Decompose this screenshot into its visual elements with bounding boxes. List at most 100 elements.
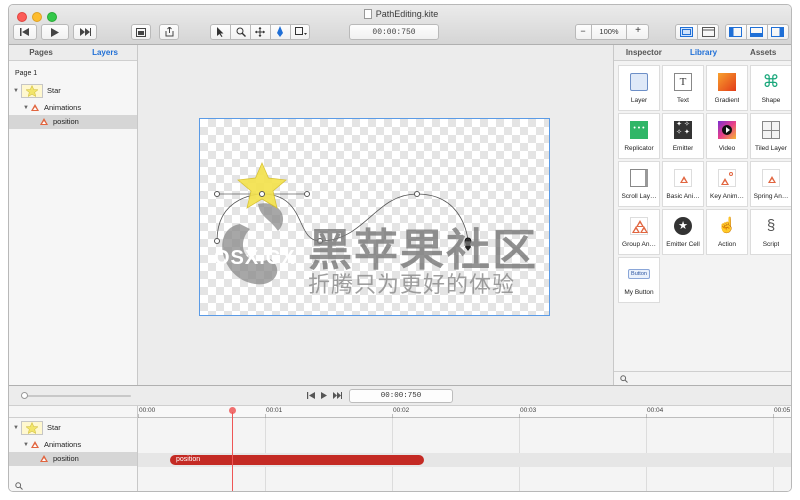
control-point[interactable] [214,191,220,197]
fast-forward-button[interactable] [73,24,97,40]
library-item-replicator[interactable]: • • • Replicator [618,113,660,159]
ruler-tick-label: 00:02 [393,407,410,414]
zoom-level: 100% [599,27,619,36]
ruler-ticks [138,414,774,418]
library-panel: Inspector Library Assets Layer T Text Gr… [613,45,791,385]
fast-forward-icon[interactable] [333,392,342,399]
library-item-action[interactable]: ☝ Action [706,209,748,255]
library-item-label: My Button [624,289,654,296]
toolbar: PathEditing.kite 00:00:750 − 100% + [9,5,791,45]
library-item-basic-animation[interactable]: Basic Ani… [662,161,704,207]
library-item-script[interactable]: § Script [750,209,791,255]
timeline-row-star[interactable]: ▼ Star [9,418,137,438]
library-item-shape[interactable]: ⌘ Shape [750,65,791,111]
library-item-text[interactable]: T Text [662,65,704,111]
timeline-row-animations[interactable]: ▼ Animations [9,438,137,452]
canvas-view-icon[interactable] [680,27,693,37]
timeline-row-position[interactable]: position [9,452,137,466]
library-item-label: Spring An… [753,193,789,200]
search-icon[interactable] [15,482,23,490]
library-item-label: Replicator [624,145,654,152]
play-icon[interactable] [321,392,327,399]
page-label: Page 1 [15,70,38,77]
disclosure-triangle-icon[interactable]: ▼ [13,81,19,101]
library-item-keyframe-animation[interactable]: Key Anim… [706,161,748,207]
play-button[interactable] [41,24,69,40]
code-view-icon[interactable] [702,27,715,37]
layer-row-animations[interactable]: ▼ Animations [9,101,137,115]
rewind-icon [20,28,29,36]
rewind-icon[interactable] [307,392,315,399]
play-icon [51,27,59,37]
library-item-gradient[interactable]: Gradient [706,65,748,111]
watermark-subtitle: 折腾只为更好的体验 [308,272,516,297]
shape-tool-icon[interactable] [295,27,307,37]
move-tool-icon[interactable] [255,27,265,37]
library-item-label: Scroll Lay… [621,193,657,200]
library-item-group-animation[interactable]: Group An… [618,209,660,255]
rewind-button[interactable] [13,24,37,40]
timeline-time-display: 00:00:750 [349,389,453,403]
left-panel-icon[interactable] [729,27,742,37]
control-point[interactable] [214,238,220,244]
control-point[interactable] [259,191,265,197]
layer-row-star[interactable]: ▼ Star [9,81,137,101]
right-panel-icon[interactable] [771,27,784,37]
share-button[interactable] [159,24,179,40]
window-title: PathEditing.kite [9,9,791,19]
library-item-video[interactable]: Video [706,113,748,159]
canvas-toggle-button[interactable] [131,24,151,40]
disclosure-triangle-icon[interactable]: ▼ [23,101,29,115]
animation-icon [31,104,39,111]
divider [230,24,231,40]
zoom-in-button[interactable]: + [627,25,649,36]
group-animation-icon [629,216,649,236]
library-item-emitter[interactable]: ✦ ✧ ✧ ✦ Emitter [662,113,704,159]
bottom-panel-icon[interactable] [750,27,763,37]
timeline-zoom-slider[interactable] [21,395,131,397]
star-layer[interactable] [237,161,287,209]
ruler-tick-label: 00:00 [139,407,156,414]
ruler-tick-label: 00:05 [774,407,791,414]
library-item-scroll-layer[interactable]: Scroll Lay… [618,161,660,207]
tab-layers[interactable]: Layers [73,45,137,60]
library-item-spring-animation[interactable]: Spring An… [750,161,791,207]
control-point[interactable] [414,191,420,197]
control-point[interactable] [304,191,310,197]
library-item-label: Gradient [714,97,740,104]
playhead[interactable] [232,412,233,491]
tab-library[interactable]: Library [674,45,734,60]
replicator-icon: • • • [629,120,649,140]
timeline-ruler[interactable]: 00:00 00:01 00:02 00:03 00:04 00:05 [138,406,791,418]
disclosure-triangle-icon[interactable]: ▼ [23,438,29,452]
tab-inspector[interactable]: Inspector [614,45,674,60]
library-item-label: Group An… [622,241,656,248]
zoom-tool-icon[interactable] [236,27,246,37]
pen-tool-icon[interactable] [276,26,284,38]
library-item-my-button[interactable]: Button My Button [618,257,660,303]
share-icon [165,27,173,37]
divider [697,24,698,40]
select-arrow-icon[interactable] [216,27,224,37]
tab-assets[interactable]: Assets [733,45,791,60]
text-icon: T [673,72,693,92]
layer-label: Star [47,423,61,432]
timeline-tracks[interactable]: 00:00 00:01 00:02 00:03 00:04 00:05 posi… [138,406,791,491]
position-animation-track[interactable]: position [170,455,424,465]
library-item-emitter-cell[interactable]: ★ Emitter Cell [662,209,704,255]
app-window: PathEditing.kite 00:00:750 − 100% + Page… [8,4,792,492]
library-search-bar[interactable] [614,371,791,385]
tab-pages[interactable]: Pages [9,45,73,60]
library-item-layer[interactable]: Layer [618,65,660,111]
star-thumbnail [21,421,43,435]
slider-knob[interactable] [21,392,28,399]
canvas-area[interactable]: 黑苹果社区 折腾只为更好的体验 OSX.CX [138,45,613,385]
disclosure-triangle-icon[interactable]: ▼ [13,418,19,438]
scroll-layer-icon [629,168,649,188]
layer-row-position[interactable]: position [9,115,137,129]
fast-forward-icon [79,28,91,36]
library-item-tiled-layer[interactable]: Tiled Layer [750,113,791,159]
zoom-out-button[interactable]: − [575,26,591,36]
stage-canvas[interactable]: 黑苹果社区 折腾只为更好的体验 OSX.CX [199,118,550,316]
library-item-label: Script [762,241,780,248]
